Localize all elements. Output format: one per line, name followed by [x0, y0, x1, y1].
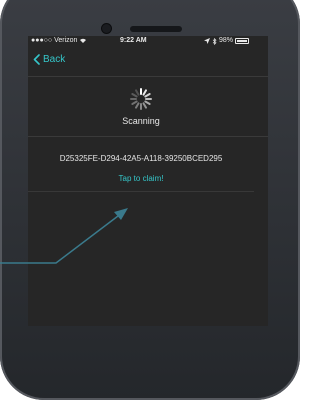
back-label: Back: [43, 54, 66, 65]
back-chevron-icon: [33, 54, 40, 65]
status-carrier: ●●●○○ Verizon: [31, 36, 87, 46]
earpiece-speaker: [130, 26, 182, 32]
spinner-icon: [128, 86, 154, 112]
back-button[interactable]: Back: [33, 54, 65, 65]
status-time: 9:22 AM: [120, 37, 147, 44]
tap-to-claim-link[interactable]: Tap to claim!: [28, 174, 254, 183]
bluetooth-icon: [212, 37, 217, 45]
scanning-label: Scanning: [122, 116, 160, 126]
status-right-group: 98%: [204, 36, 250, 46]
battery-percent: 98%: [219, 37, 234, 44]
divider: [28, 136, 268, 137]
wifi-icon: [80, 38, 87, 44]
status-bar: ●●●○○ Verizon 9:22 AM 98%: [28, 36, 254, 46]
location-icon: [204, 38, 210, 44]
device-id-label: D25325FE-D294-42A5-A118-39250BCED295: [59, 154, 223, 163]
front-camera: [102, 24, 111, 33]
divider: [28, 191, 254, 192]
battery-icon: [235, 38, 250, 44]
phone-frame: ●●●○○ Verizon 9:22 AM 98% Back Scanning …: [0, 0, 300, 400]
app-screen: ●●●○○ Verizon 9:22 AM 98% Back Scanning …: [28, 36, 268, 326]
nav-bar: Back: [28, 46, 268, 77]
